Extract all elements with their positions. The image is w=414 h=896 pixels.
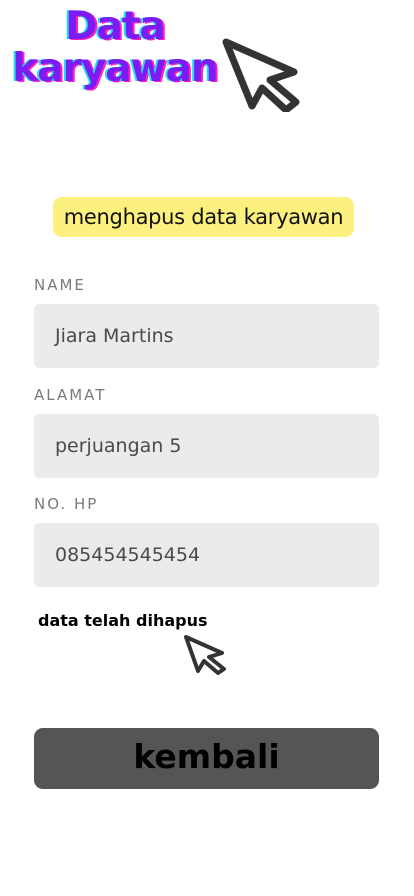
status-message: data telah dihapus	[38, 611, 208, 630]
cursor-arrow-icon	[184, 635, 226, 675]
alamat-label: ALAMAT	[34, 386, 107, 404]
app-title: Data karyawan	[10, 6, 220, 90]
phone-field[interactable]: 085454545454	[34, 523, 379, 587]
page-subtitle: menghapus data karyawan	[53, 197, 354, 237]
phone-label: NO. HP	[34, 495, 99, 513]
name-label: NAME	[34, 276, 86, 294]
back-button[interactable]: kembali	[34, 728, 379, 789]
app-title-line-1: Data	[65, 4, 166, 49]
cursor-arrow-icon	[222, 38, 300, 112]
alamat-field[interactable]: perjuangan 5	[34, 414, 379, 478]
app-title-line-2: karyawan	[12, 46, 218, 91]
name-field[interactable]: Jiara Martins	[34, 304, 379, 368]
